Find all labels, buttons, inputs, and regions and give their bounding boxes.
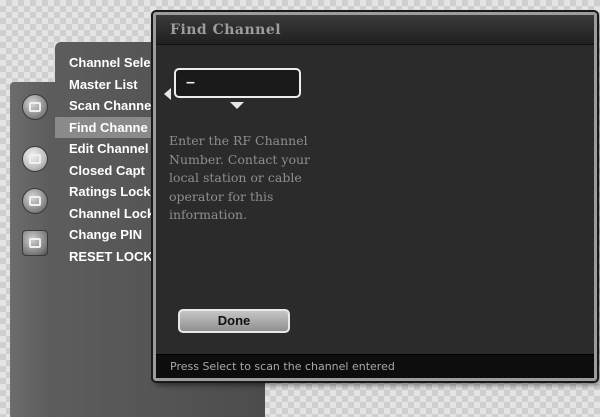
icon-sidebar	[10, 82, 56, 417]
audio-icon[interactable]	[22, 94, 48, 120]
submenu-item-channel-lock[interactable]: Channel Lock	[55, 203, 155, 225]
submenu-item-closed-captions[interactable]: Closed Capt	[55, 160, 155, 182]
speaker-glyph	[29, 102, 41, 112]
submenu-item-channel-select[interactable]: Channel Sele	[55, 52, 155, 74]
find-channel-dialog: Find Channel Enter the RF Channel Number…	[153, 12, 597, 381]
camera-glyph	[29, 238, 41, 248]
arrow-left-icon[interactable]	[164, 88, 171, 100]
channel-number-input[interactable]	[174, 68, 301, 98]
dialog-title: Find Channel	[156, 15, 594, 45]
antenna-glyph	[29, 196, 41, 206]
submenu-item-ratings-lock[interactable]: Ratings Lock	[55, 181, 155, 203]
submenu-item-change-pin[interactable]: Change PIN	[55, 224, 155, 246]
status-bar: Press Select to scan the channel entered	[156, 354, 594, 378]
display-icon[interactable]	[22, 146, 48, 172]
channel-icon[interactable]	[22, 188, 48, 214]
submenu-item-edit-channels[interactable]: Edit Channel	[55, 138, 155, 160]
done-button[interactable]: Done	[178, 309, 290, 333]
screen-glyph	[29, 154, 41, 164]
arrow-down-icon[interactable]	[230, 102, 244, 109]
submenu-item-scan-channels[interactable]: Scan Channe	[55, 95, 155, 117]
submenu-item-find-channel[interactable]: Find Channe	[55, 116, 155, 138]
submenu-item-reset-locks[interactable]: RESET LOCKS	[55, 246, 155, 268]
submenu-list: Channel Sele Master List Scan Channe Fin…	[55, 52, 155, 267]
instructions-text: Enter the RF Channel Number. Contact you…	[169, 133, 311, 222]
camera-icon[interactable]	[22, 230, 48, 256]
submenu-item-master-list[interactable]: Master List	[55, 74, 155, 96]
